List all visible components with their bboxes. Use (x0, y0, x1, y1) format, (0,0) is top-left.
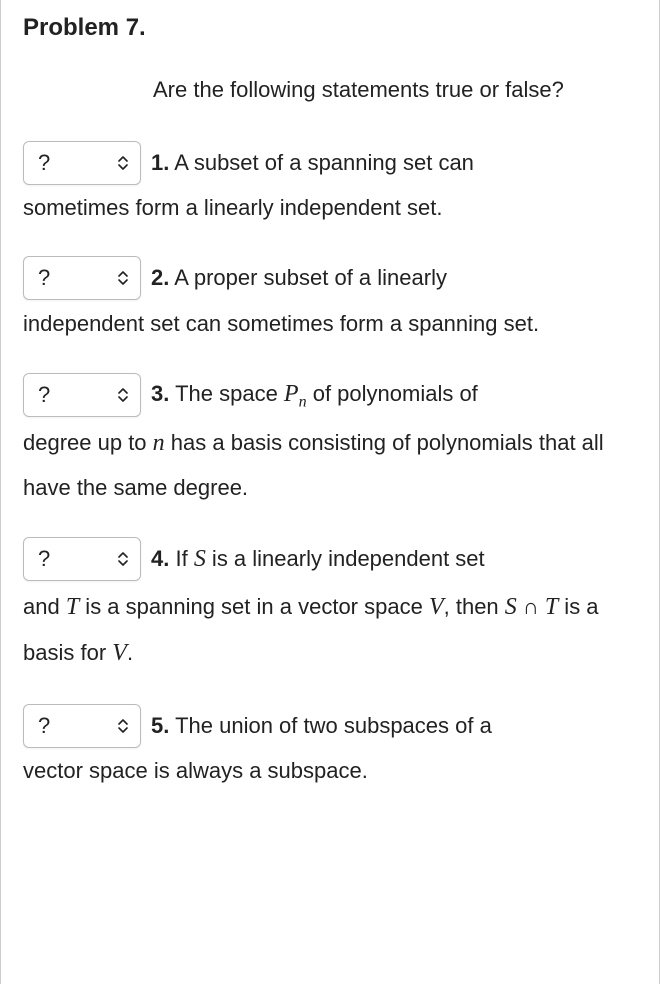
var-T2: T (545, 594, 558, 620)
problem-container: Problem 7. Are the following statements … (0, 0, 660, 984)
q5-text-rest: vector space is always a subspace. (23, 750, 637, 792)
problem-title: Problem 7. (23, 10, 637, 46)
q3-text-a: The space (169, 381, 284, 406)
var-T: T (66, 594, 79, 620)
question-number-2: 2. (151, 265, 169, 290)
sub-n: n (299, 394, 307, 411)
var-n: n (153, 430, 165, 456)
question-2: ? 2. A proper subset of a linearly indep… (23, 253, 637, 344)
chevron-up-down-icon (116, 550, 130, 568)
chevron-up-down-icon (116, 154, 130, 172)
question-number-3: 3. (151, 381, 169, 406)
q1-text-rest: sometimes form a linearly independent se… (23, 187, 637, 229)
select-value: ? (38, 535, 50, 583)
select-value: ? (38, 702, 50, 750)
var-S: S (194, 546, 206, 572)
q4-text-a: If (169, 546, 193, 571)
answer-select-4[interactable]: ? (23, 537, 141, 581)
q4-text-b: is a linearly independent set (206, 546, 485, 571)
select-value: ? (38, 139, 50, 187)
chevron-up-down-icon (116, 386, 130, 404)
answer-select-5[interactable]: ? (23, 704, 141, 748)
answer-select-1[interactable]: ? (23, 141, 141, 185)
chevron-up-down-icon (116, 717, 130, 735)
select-value: ? (38, 371, 50, 419)
q2-text-rest: independent set can sometimes form a spa… (23, 303, 637, 345)
question-number-1: 1. (151, 150, 169, 175)
var-P: P (284, 381, 299, 407)
var-V: V (429, 594, 444, 620)
answer-select-2[interactable]: ? (23, 256, 141, 300)
q2-text-first: A proper subset of a linearly (169, 265, 447, 290)
q5-text-first: The union of two subspaces of a (169, 713, 491, 738)
select-value: ? (38, 254, 50, 302)
intersect-symbol: ∩ (517, 594, 545, 619)
var-S2: S (505, 594, 517, 620)
q3-text-b: of polynomials of (307, 381, 478, 406)
q4-text-rest: and T is a spanning set in a vector spac… (23, 585, 637, 676)
question-number-5: 5. (151, 713, 169, 738)
chevron-up-down-icon (116, 269, 130, 287)
question-number-4: 4. (151, 546, 169, 571)
q3-text-rest: degree up to n has a basis consisting of… (23, 421, 637, 508)
question-3: ? 3. The space Pn of polynomials of degr… (23, 368, 637, 508)
q1-text-first: A subset of a spanning set can (169, 150, 474, 175)
question-5: ? 5. The union of two subspaces of a vec… (23, 701, 637, 792)
var-V2: V (112, 640, 127, 666)
question-4: ? 4. If S is a linearly independent set … (23, 533, 637, 677)
question-1: ? 1. A subset of a spanning set can some… (23, 138, 637, 229)
question-intro: Are the following statements true or fal… (23, 68, 637, 112)
answer-select-3[interactable]: ? (23, 373, 141, 417)
intro-text: Are the following statements true or fal… (153, 77, 564, 102)
